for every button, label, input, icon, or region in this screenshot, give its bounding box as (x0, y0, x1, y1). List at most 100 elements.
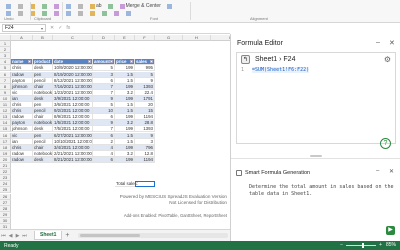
name-box[interactable]: F24 ▾ (2, 24, 46, 32)
column-header[interactable]: B (33, 35, 53, 41)
toolbar-icon (107, 3, 113, 9)
ribbon-button-9[interactable] (112, 10, 122, 17)
sheet-tab-bar: ⏮ ◀ ▶ ⏭ Sheet1 + (0, 229, 230, 241)
minimize-icon[interactable]: – (376, 168, 379, 174)
group-font-label: Font (150, 16, 159, 21)
next-sheet-icon[interactable]: ▶ (14, 233, 21, 239)
filter-icon[interactable] (110, 60, 113, 64)
zoom-slider[interactable] (346, 242, 377, 248)
help-button[interactable]: ? (380, 138, 391, 149)
table-cell[interactable]: 6 (93, 156, 115, 163)
prev-sheet-icon[interactable]: ◀ (7, 233, 14, 239)
gear-icon[interactable]: ⚙ (384, 55, 391, 64)
filter-icon[interactable] (150, 60, 153, 64)
formula-editor-box[interactable]: ↰ Sheet1 › F24 ⚙ 1 =SUM(Sheet1!F6:F22) (236, 52, 396, 144)
watermark-line: Not Licensed for Distribution (169, 199, 227, 205)
editor-header: ↰ Sheet1 › F24 (237, 53, 395, 65)
column-header[interactable]: F (135, 35, 155, 41)
watermark-line: Add-ons Enabled: PivotTable, GanttSheet,… (123, 212, 227, 218)
table-cell[interactable]: desk (33, 156, 53, 163)
ribbon-button-10[interactable] (165, 3, 175, 10)
column-header[interactable]: E (115, 35, 135, 41)
ribbon-button-4[interactable] (52, 10, 62, 17)
first-sheet-icon[interactable]: ⏮ (0, 233, 7, 239)
zoom-level: 85% (385, 242, 396, 248)
ribbon-row-2 (4, 9, 136, 17)
ribbon-button-7[interactable] (88, 10, 98, 17)
toolbar-icon (90, 10, 95, 16)
scrollbar-thumb[interactable] (80, 234, 140, 237)
cancel-icon[interactable]: ✕ (50, 25, 54, 31)
selected-cell-f24[interactable] (135, 181, 155, 188)
panel-divider (231, 158, 400, 159)
toolbar-icon (18, 10, 23, 16)
ribbon-button-1[interactable] (16, 10, 26, 17)
panel-title: Formula Editor (237, 40, 283, 47)
column-header[interactable]: C (53, 35, 93, 41)
add-sheet-button[interactable]: + (65, 232, 69, 239)
status-ready: Ready (4, 242, 19, 249)
table-cell[interactable]: 8/21/2021 12:00:00 (53, 156, 93, 163)
toolbar-icon (6, 10, 11, 16)
filter-icon[interactable] (28, 60, 31, 64)
formula-bar-icons: ✕ ✓ fx (50, 25, 74, 31)
close-icon[interactable]: ✕ (389, 39, 395, 47)
confirm-icon[interactable]: ✓ (58, 25, 62, 31)
tab-sheet1[interactable]: Sheet1 (34, 231, 63, 240)
smart-formula-header: Smart Formula Generation (236, 170, 310, 176)
ribbon-button-8[interactable] (100, 10, 110, 17)
ribbon-button-5[interactable] (64, 10, 74, 17)
table-cell[interactable]: 1194 (135, 156, 155, 163)
ai-icon (236, 170, 242, 176)
column-header[interactable]: H (183, 35, 211, 41)
filter-icon[interactable] (130, 60, 133, 64)
table-cell[interactable]: 199 (115, 156, 135, 163)
toolbar-icon (66, 10, 71, 16)
horizontal-scrollbar[interactable] (78, 233, 228, 238)
table-cell[interactable]: radow (11, 156, 33, 163)
toolbar-icon (102, 10, 107, 16)
group-undo-label: Undo (4, 16, 14, 21)
send-button[interactable]: ▶ (386, 226, 395, 235)
zoom-in-icon[interactable]: + (379, 242, 382, 248)
status-bar: Ready − + 85% (0, 241, 400, 250)
column-header[interactable]: D (93, 35, 115, 41)
toolbar-icon (90, 3, 95, 9)
toolbar-icon (66, 3, 71, 9)
group-alignment-label: Alignment (250, 16, 268, 21)
zoom-out-icon[interactable]: − (340, 242, 343, 248)
toolbar-icon (42, 3, 47, 9)
ribbon-button-6[interactable] (76, 10, 86, 17)
last-sheet-icon[interactable]: ⏭ (21, 233, 28, 239)
ribbon-separator (190, 2, 191, 20)
group-clipboard-label: Clipboard (34, 16, 52, 21)
toolbar-icon (78, 10, 83, 16)
toolbar-icon (54, 10, 59, 16)
total-sales-label: Total sales: (115, 181, 138, 188)
zoom-slider-knob[interactable] (362, 242, 365, 248)
ribbon-button-10[interactable] (124, 10, 134, 17)
toolbar-icon (78, 3, 83, 9)
toolbar-icon (54, 3, 59, 9)
minimize-icon[interactable]: – (376, 39, 380, 46)
cell-reference: Sheet1 › F24 (255, 55, 296, 63)
column-header[interactable]: G (155, 35, 183, 41)
toolbar-icon (126, 10, 131, 16)
toolbar-icon (6, 3, 11, 9)
column-header[interactable]: A (11, 35, 33, 41)
resize-handle[interactable] (310, 155, 322, 157)
line-number: 1 (241, 67, 245, 73)
back-button[interactable]: ↰ (241, 54, 250, 64)
toolbar-icon (18, 3, 23, 9)
formula-text[interactable]: =SUM(Sheet1!F6:F22) (252, 67, 310, 73)
ribbon-separator (62, 2, 63, 20)
smart-formula-title: Smart Formula Generation (245, 170, 311, 176)
close-icon[interactable]: ✕ (389, 168, 394, 175)
ribbon-separator (30, 2, 31, 20)
prompt-text[interactable]: Determine the total amount in sales base… (249, 184, 399, 198)
formula-editor-panel: Formula Editor – ✕ ↰ Sheet1 › F24 ⚙ 1 =S… (230, 34, 400, 241)
chevron-down-icon[interactable]: ▾ (41, 26, 43, 32)
fx-icon[interactable]: fx (66, 25, 70, 31)
filter-icon[interactable] (88, 60, 91, 64)
name-box-value: F24 (5, 25, 14, 31)
